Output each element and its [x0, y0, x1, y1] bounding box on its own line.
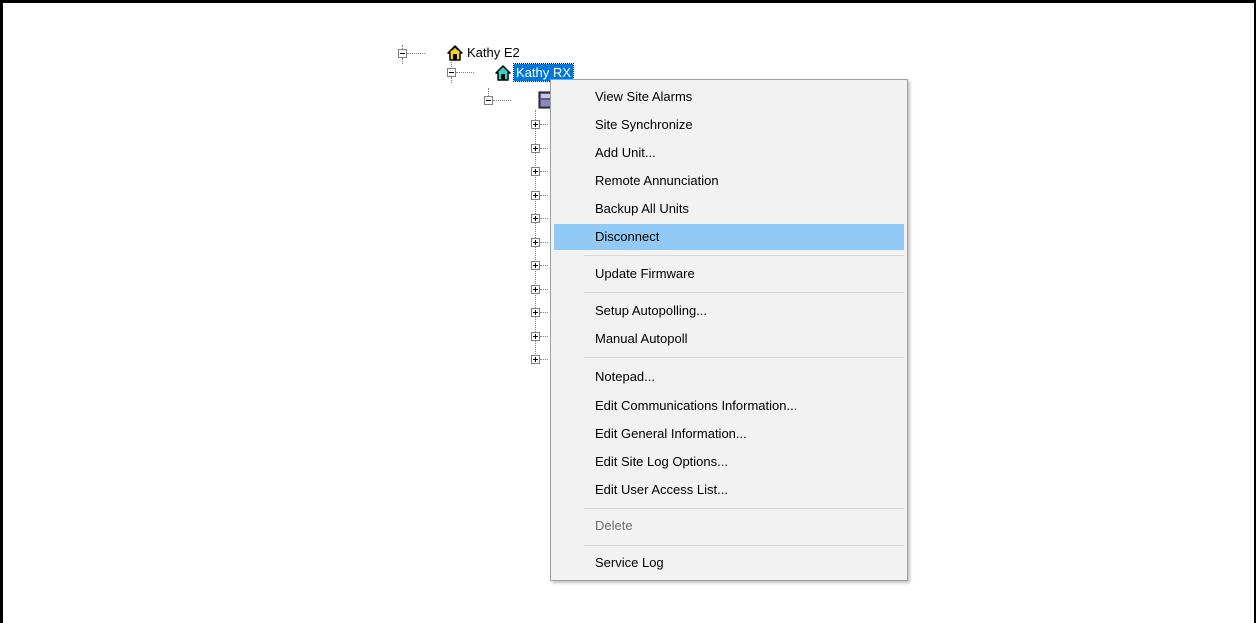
tree-line	[540, 195, 548, 196]
menu-item-backup-all-units[interactable]: Backup All Units	[554, 196, 904, 222]
menu-item-setup-autopolling[interactable]: Setup Autopolling...	[554, 298, 904, 324]
menu-item-edit-site-log-options[interactable]: Edit Site Log Options...	[554, 449, 904, 475]
menu-item-edit-general-information[interactable]: Edit General Information...	[554, 421, 904, 447]
menu-separator	[584, 508, 904, 509]
menu-item-delete: Delete	[595, 518, 633, 533]
expand-toggle[interactable]	[531, 238, 540, 247]
menu-separator	[584, 545, 904, 546]
menu-item-remote-annunciation[interactable]: Remote Annunciation	[554, 168, 904, 194]
expand-toggle[interactable]	[531, 167, 540, 176]
expand-toggle[interactable]	[531, 191, 540, 200]
expand-toggle[interactable]	[531, 144, 540, 153]
tree-line	[540, 336, 548, 337]
expand-toggle[interactable]	[531, 332, 540, 341]
tree-line	[493, 100, 511, 101]
tree-line	[540, 312, 548, 313]
menu-item-view-site-alarms[interactable]: View Site Alarms	[554, 84, 904, 110]
menu-separator	[584, 292, 904, 293]
expand-toggle[interactable]	[531, 214, 540, 223]
menu-item-add-unit[interactable]: Add Unit...	[554, 140, 904, 166]
tree-line	[451, 77, 452, 83]
tree-line	[540, 171, 548, 172]
tree-line	[540, 289, 548, 290]
expand-toggle[interactable]	[531, 285, 540, 294]
menu-item-manual-autopoll[interactable]: Manual Autopoll	[554, 326, 904, 352]
tree-line	[540, 242, 548, 243]
menu-item-edit-user-access-list[interactable]: Edit User Access List...	[554, 477, 904, 503]
tree-line	[540, 359, 548, 360]
expand-toggle[interactable]	[531, 120, 540, 129]
tree-line	[402, 58, 403, 64]
tree-line	[540, 124, 548, 125]
collapse-toggle[interactable]	[447, 68, 456, 77]
menu-item-service-log[interactable]: Service Log	[554, 550, 904, 576]
menu-item-disconnect[interactable]: Disconnect	[554, 224, 904, 250]
collapse-toggle[interactable]	[398, 49, 407, 58]
site-group-icon	[447, 45, 463, 61]
site-icon	[495, 65, 511, 81]
collapse-toggle[interactable]	[484, 96, 493, 105]
menu-separator	[584, 357, 904, 358]
tree-line	[456, 72, 474, 73]
menu-item-update-firmware[interactable]: Update Firmware	[554, 261, 904, 287]
tree-line	[407, 53, 425, 54]
menu-separator	[584, 255, 904, 256]
menu-item-edit-communications-information[interactable]: Edit Communications Information...	[554, 393, 904, 419]
tree-line	[488, 88, 489, 96]
tree-node-label[interactable]: Kathy E2	[465, 44, 522, 61]
tree-line	[540, 265, 548, 266]
tree-line	[451, 62, 452, 67]
tree-line	[540, 148, 548, 149]
context-menu: View Site Alarms Site Synchronize Add Un…	[550, 79, 908, 581]
menu-item-site-synchronize[interactable]: Site Synchronize	[554, 112, 904, 138]
menu-item-notepad[interactable]: Notepad...	[554, 364, 904, 390]
expand-toggle[interactable]	[531, 261, 540, 270]
expand-toggle[interactable]	[531, 355, 540, 364]
tree-line	[540, 218, 548, 219]
expand-toggle[interactable]	[531, 308, 540, 317]
